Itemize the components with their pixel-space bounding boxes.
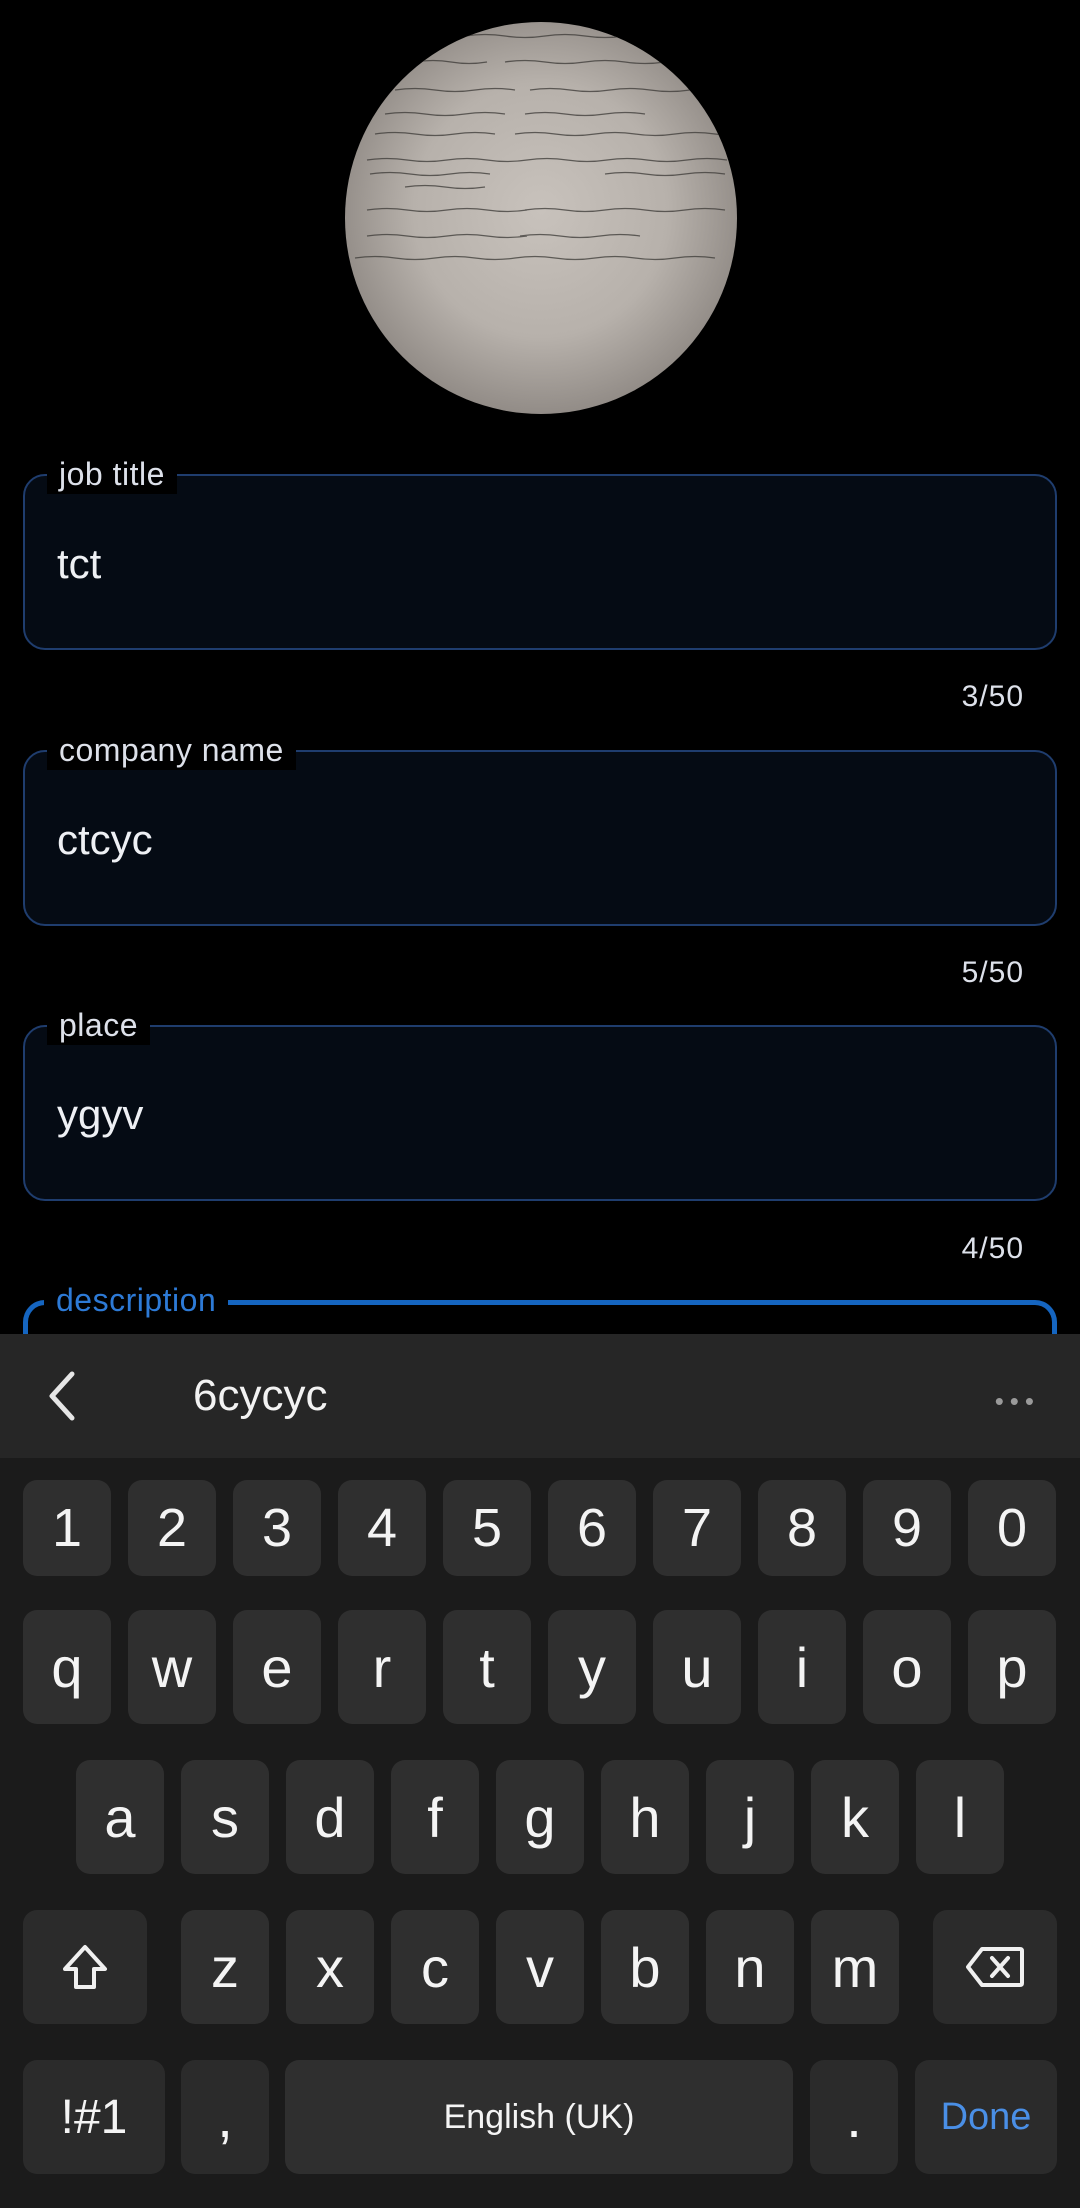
key-b[interactable]: b xyxy=(601,1910,689,2024)
shift-icon xyxy=(63,1945,107,1989)
suggestion-text[interactable]: 6cycyc xyxy=(193,1370,327,1422)
comma-key[interactable]: , xyxy=(181,2060,269,2174)
key-m[interactable]: m xyxy=(811,1910,899,2024)
shift-key[interactable] xyxy=(23,1910,147,2024)
key-k[interactable]: k xyxy=(811,1760,899,1874)
key-n[interactable]: n xyxy=(706,1910,794,2024)
key-c[interactable]: c xyxy=(391,1910,479,2024)
period-key[interactable]: . xyxy=(810,2060,898,2174)
key-3[interactable]: 3 xyxy=(233,1480,321,1576)
company-name-field[interactable]: company name ctcyc xyxy=(23,730,1057,926)
job-title-field[interactable]: job title tct xyxy=(23,454,1057,650)
key-e[interactable]: e xyxy=(233,1610,321,1724)
company-name-counter: 5/50 xyxy=(961,956,1024,989)
key-u[interactable]: u xyxy=(653,1610,741,1724)
key-x[interactable]: x xyxy=(286,1910,374,2024)
key-i[interactable]: i xyxy=(758,1610,846,1724)
company-name-label: company name xyxy=(47,730,296,770)
key-z[interactable]: z xyxy=(181,1910,269,2024)
key-h[interactable]: h xyxy=(601,1760,689,1874)
key-p[interactable]: p xyxy=(968,1610,1056,1724)
profile-image[interactable] xyxy=(345,22,737,414)
symbols-key[interactable]: !#1 xyxy=(23,2060,165,2174)
place-field[interactable]: place ygyv xyxy=(23,1005,1057,1201)
key-j[interactable]: j xyxy=(706,1760,794,1874)
place-input[interactable]: ygyv xyxy=(57,1089,143,1141)
key-2[interactable]: 2 xyxy=(128,1480,216,1576)
on-screen-keyboard: 6cycyc ••• 1234567890 qwertyuiop asdfghj… xyxy=(0,1334,1080,2208)
key-g[interactable]: g xyxy=(496,1760,584,1874)
place-counter: 4/50 xyxy=(961,1232,1024,1265)
key-r[interactable]: r xyxy=(338,1610,426,1724)
description-label: description xyxy=(44,1280,229,1320)
key-a[interactable]: a xyxy=(76,1760,164,1874)
key-o[interactable]: o xyxy=(863,1610,951,1724)
handwritten-notes-photo xyxy=(354,33,737,261)
key-w[interactable]: w xyxy=(128,1610,216,1724)
key-1[interactable]: 1 xyxy=(23,1480,111,1576)
backspace-icon xyxy=(966,1947,1024,1987)
job-title-counter: 3/50 xyxy=(961,680,1024,713)
key-7[interactable]: 7 xyxy=(653,1480,741,1576)
space-key[interactable]: English (UK) xyxy=(285,2060,793,2174)
key-5[interactable]: 5 xyxy=(443,1480,531,1576)
place-label: place xyxy=(47,1005,150,1045)
key-v[interactable]: v xyxy=(496,1910,584,2024)
key-l[interactable]: l xyxy=(916,1760,1004,1874)
key-8[interactable]: 8 xyxy=(758,1480,846,1576)
more-options-icon[interactable]: ••• xyxy=(995,1386,1040,1417)
job-title-label: job title xyxy=(47,454,177,494)
key-9[interactable]: 9 xyxy=(863,1480,951,1576)
keyboard-toolbar: 6cycyc ••• xyxy=(0,1334,1080,1458)
done-key[interactable]: Done xyxy=(915,2060,1057,2174)
key-s[interactable]: s xyxy=(181,1760,269,1874)
key-y[interactable]: y xyxy=(548,1610,636,1724)
company-name-input[interactable]: ctcyc xyxy=(57,814,153,866)
chevron-left-icon[interactable] xyxy=(40,1370,90,1422)
backspace-key[interactable] xyxy=(933,1910,1057,2024)
key-d[interactable]: d xyxy=(286,1760,374,1874)
key-f[interactable]: f xyxy=(391,1760,479,1874)
job-title-input[interactable]: tct xyxy=(57,538,101,590)
key-t[interactable]: t xyxy=(443,1610,531,1724)
key-q[interactable]: q xyxy=(23,1610,111,1724)
key-0[interactable]: 0 xyxy=(968,1480,1056,1576)
key-4[interactable]: 4 xyxy=(338,1480,426,1576)
key-6[interactable]: 6 xyxy=(548,1480,636,1576)
